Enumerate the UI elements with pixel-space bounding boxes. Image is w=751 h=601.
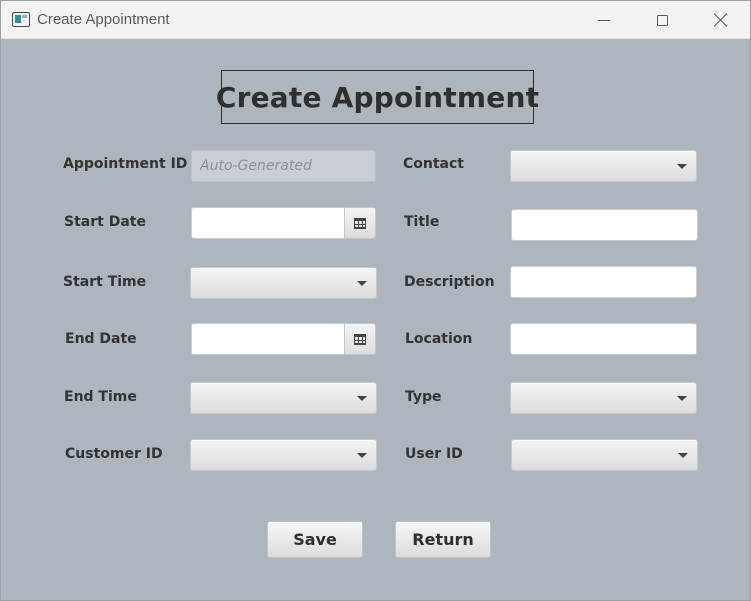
contact-label: Contact bbox=[403, 156, 464, 172]
app-window-icon bbox=[12, 12, 30, 27]
minimize-icon bbox=[598, 19, 610, 21]
minimize-button[interactable] bbox=[575, 1, 633, 39]
title-bar[interactable]: Create Appointment bbox=[1, 1, 750, 39]
page-title: Create Appointment bbox=[215, 80, 540, 114]
start-date-label: Start Date bbox=[64, 214, 146, 230]
end-date-input[interactable] bbox=[191, 323, 345, 355]
user-id-label: User ID bbox=[405, 446, 463, 462]
description-field[interactable] bbox=[510, 266, 697, 298]
calendar-icon bbox=[354, 217, 366, 229]
chevron-down-icon bbox=[357, 396, 367, 401]
end-time-label: End Time bbox=[64, 389, 137, 405]
close-icon bbox=[713, 13, 727, 27]
appointment-window: Create Appointment Create Appointment Ap… bbox=[0, 0, 751, 601]
return-button[interactable]: Return bbox=[395, 521, 491, 558]
close-button[interactable] bbox=[691, 1, 749, 39]
customer-id-label: Customer ID bbox=[65, 446, 163, 462]
start-date-calendar-button[interactable] bbox=[344, 207, 376, 239]
title-field[interactable] bbox=[511, 209, 698, 241]
end-date-calendar-button[interactable] bbox=[344, 323, 376, 355]
end-date-picker[interactable] bbox=[191, 323, 376, 355]
description-label: Description bbox=[404, 274, 495, 290]
title-label: Title bbox=[404, 214, 440, 230]
location-label: Location bbox=[405, 331, 473, 347]
type-label: Type bbox=[405, 389, 442, 405]
end-time-combo[interactable] bbox=[190, 382, 377, 414]
calendar-icon bbox=[354, 333, 366, 345]
chevron-down-icon bbox=[357, 281, 367, 286]
chevron-down-icon bbox=[677, 164, 687, 169]
chevron-down-icon bbox=[678, 453, 688, 458]
start-time-combo[interactable] bbox=[190, 267, 377, 299]
heading-box: Create Appointment bbox=[216, 70, 539, 124]
contact-combo[interactable] bbox=[510, 150, 697, 182]
customer-id-combo[interactable] bbox=[190, 439, 377, 471]
start-date-input[interactable] bbox=[191, 207, 345, 239]
start-time-label: Start Time bbox=[63, 274, 147, 290]
chevron-down-icon bbox=[677, 396, 687, 401]
save-button[interactable]: Save bbox=[267, 521, 363, 558]
end-date-label: End Date bbox=[65, 331, 137, 347]
start-date-picker[interactable] bbox=[191, 207, 376, 239]
user-id-combo[interactable] bbox=[511, 439, 698, 471]
window-title: Create Appointment bbox=[37, 11, 170, 28]
location-field[interactable] bbox=[510, 323, 697, 355]
chevron-down-icon bbox=[357, 453, 367, 458]
type-combo[interactable] bbox=[510, 382, 697, 414]
appointment-id-field bbox=[191, 150, 376, 182]
maximize-button[interactable] bbox=[633, 1, 691, 39]
appointment-id-label: Appointment ID bbox=[63, 156, 188, 172]
maximize-icon bbox=[656, 14, 668, 26]
